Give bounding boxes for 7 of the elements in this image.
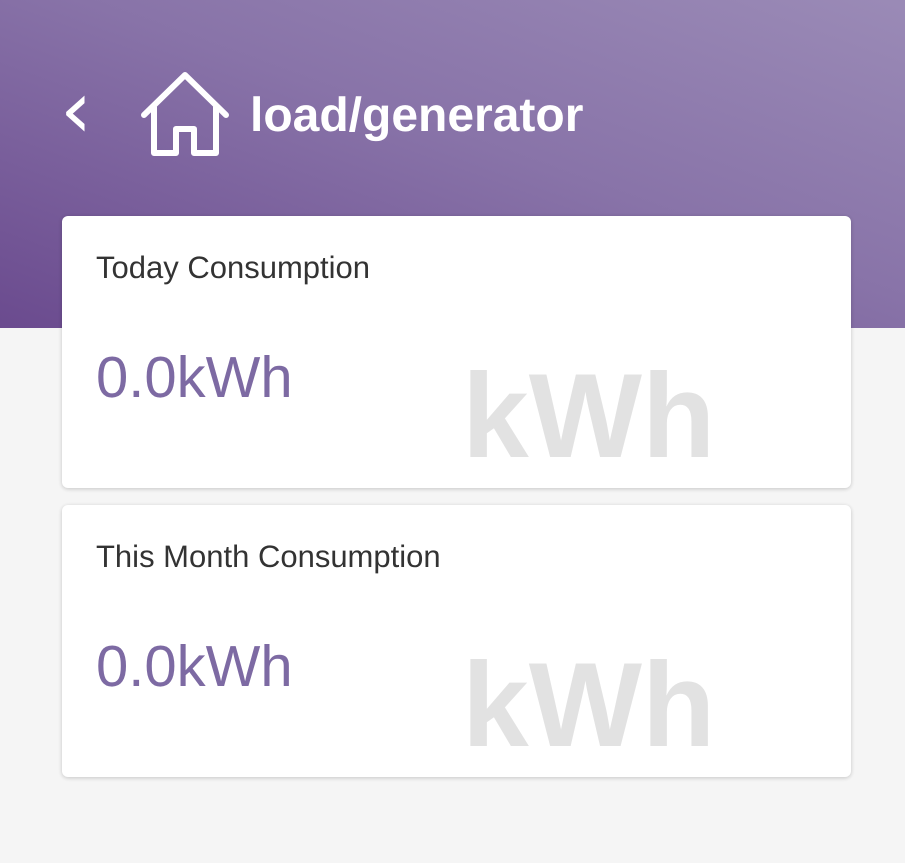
card-label: This Month Consumption	[96, 539, 442, 575]
consumption-value: 0.0kWh	[96, 633, 294, 700]
back-button[interactable]: ‹	[52, 70, 100, 160]
consumption-value: 0.0kWh	[96, 344, 294, 411]
page-title: load/generator	[250, 88, 584, 142]
house-icon	[140, 71, 230, 159]
card-label: Today Consumption	[96, 250, 371, 286]
